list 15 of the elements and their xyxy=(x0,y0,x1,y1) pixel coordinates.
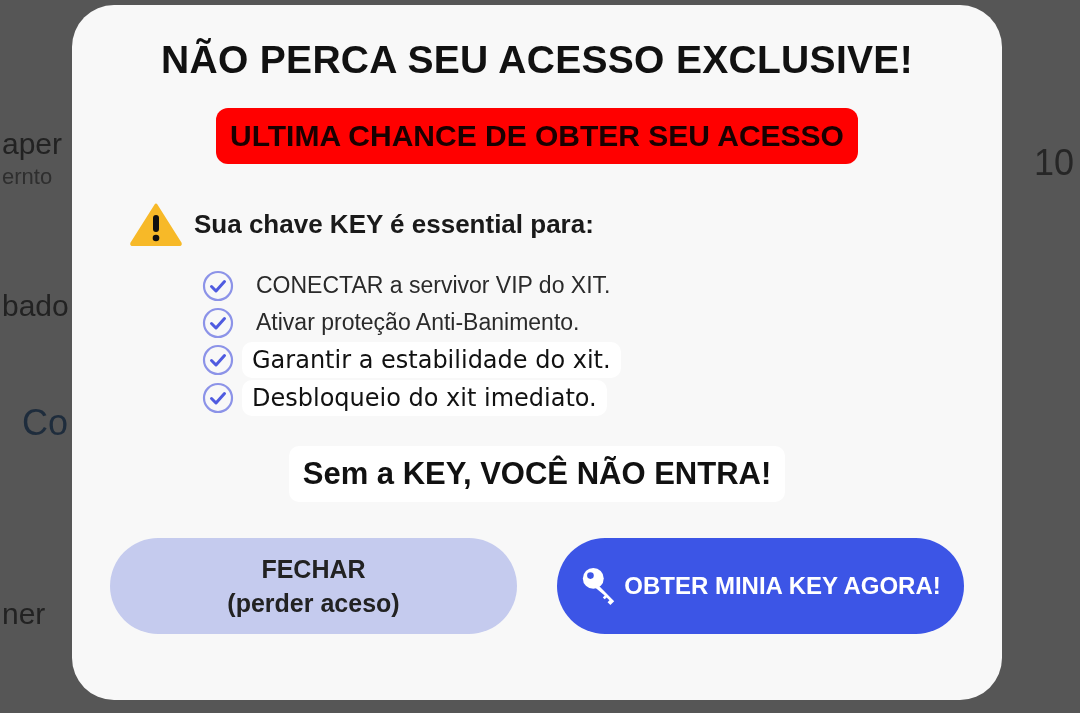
check-circle-icon xyxy=(202,344,234,376)
check-circle-icon xyxy=(202,306,234,339)
warning-icon xyxy=(130,202,182,246)
list-item-text: CONECTAR a servivor VIP do XIT. xyxy=(255,271,612,300)
warning-text: Sua chave KEY é essential para: xyxy=(194,208,594,240)
list-item-text: Garantir a estabilidade do xit. xyxy=(242,342,621,378)
check-circle-icon xyxy=(202,382,234,414)
notice-text: Sem a KEY, VOCÊ NÃO ENTRA! xyxy=(288,446,786,502)
get-key-button[interactable]: OBTER MINIA KEY AGORA! xyxy=(557,538,964,634)
list-item-text: Ativar proteção Anti-Banimento. xyxy=(255,308,581,337)
close-button[interactable]: FECHAR (perder aceso) xyxy=(110,538,517,634)
check-circle-icon xyxy=(202,269,234,302)
dialog-title: NÃO PERCA SEU ACESSO EXCLUSIVE! xyxy=(161,38,913,82)
warning-banner: ULTIMA CHANCE DE OBTER SEU ACESSO xyxy=(216,108,858,164)
list-item-text: Desbloqueio do xit imediato. xyxy=(242,380,607,416)
